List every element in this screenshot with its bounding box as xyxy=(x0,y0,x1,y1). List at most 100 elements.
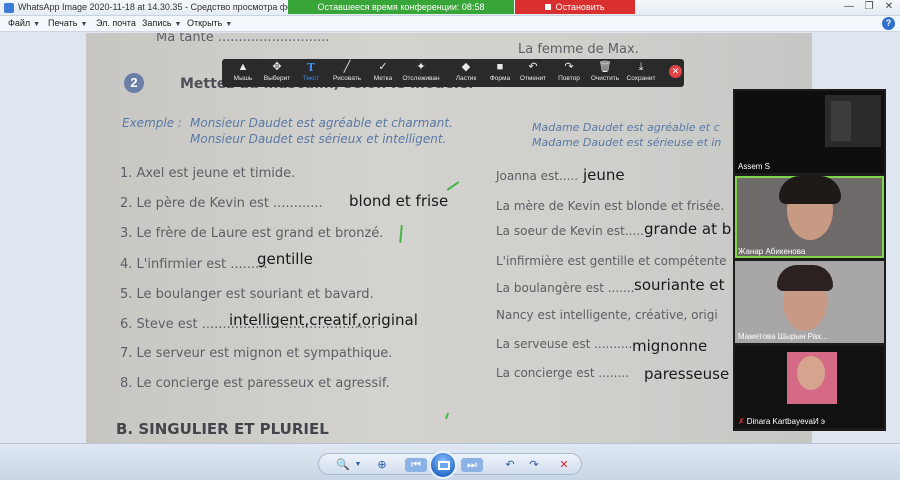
minimize-button[interactable]: — xyxy=(840,1,858,13)
right-item-4: L'infirmière est gentille et compétente xyxy=(496,254,727,268)
document-photo: Ma tante ........................... La … xyxy=(86,33,812,443)
next-button[interactable]: ⏭ xyxy=(461,458,483,472)
chevron-down-icon: ▼ xyxy=(33,21,41,28)
conference-time-remaining: Оставшееся время конференции: 08:58 xyxy=(288,0,514,14)
menu-bar: Файл ▼ Печать ▼ Эл. почта Запись ▼ Открыть ▼… xyxy=(0,16,900,32)
participant-hair xyxy=(777,265,833,291)
photo-viewer-app-icon xyxy=(4,3,14,13)
tool-select-label: Выберит xyxy=(263,75,291,82)
tool-clear[interactable]: 🗑 Очистить xyxy=(586,61,624,85)
participant-tile[interactable]: Assem S xyxy=(735,91,884,173)
menu-open-label: Открыть xyxy=(187,18,223,28)
eraser-icon: ◆ xyxy=(461,61,471,73)
menu-file-label: Файл xyxy=(8,18,31,28)
left-item-5: 5. Le boulanger est souriant et bavard. xyxy=(120,287,374,302)
tool-mouse[interactable]: ▲ Мышь xyxy=(224,61,262,85)
annotation-toolbar: ▲ Мышь ✥ Выберит T Текст ╱ Рисовать ✓ Метка ✦… xyxy=(222,59,684,87)
participant-name: Assem S xyxy=(738,162,771,171)
typed-answer[interactable]: intelligent,creatif,original xyxy=(229,311,418,329)
annotation-stroke xyxy=(446,181,460,191)
undo-icon: ↶ xyxy=(528,61,538,73)
tool-save[interactable]: ⤓ Сохранит xyxy=(622,61,660,85)
redo-icon: ↷ xyxy=(564,61,574,73)
video-feed xyxy=(831,101,851,141)
save-icon: ⤓ xyxy=(638,61,644,73)
chevron-down-icon: ▼ xyxy=(174,21,182,28)
delete-icon[interactable]: ✕ xyxy=(555,458,573,472)
play-slideshow-button[interactable] xyxy=(429,451,457,479)
participant-tile[interactable]: ✗ Dinara KartbayevaИ э xyxy=(735,346,884,428)
tool-eraser-label: Ластик xyxy=(455,75,477,82)
zoom-icon[interactable]: 🔍 xyxy=(333,458,353,472)
example-label: Exemple : xyxy=(122,116,182,130)
slideshow-icon xyxy=(438,461,450,470)
close-window-button[interactable]: ✕ xyxy=(880,1,898,13)
window-title: WhatsApp Image 2020-11-18 at 14.30.35 - … xyxy=(18,2,332,12)
tool-redo[interactable]: ↷ Повтор xyxy=(550,61,588,85)
actual-size-icon[interactable]: ⊕ xyxy=(373,458,391,472)
tool-stamp[interactable]: ✓ Метка xyxy=(364,61,402,85)
left-item-3: 3. Le frère de Laure est grand et bronzé… xyxy=(120,226,384,241)
left-item-7: 7. Le serveur est mignon et sympathique. xyxy=(120,346,393,361)
typed-answer[interactable]: gentille xyxy=(257,250,313,268)
right-item-3: La soeur de Kevin est..... xyxy=(496,224,644,238)
text-icon: T xyxy=(306,61,316,74)
participant-hair xyxy=(779,176,841,204)
close-annotation-icon[interactable]: ✕ xyxy=(669,65,682,78)
rotate-left-icon[interactable]: ↶ xyxy=(501,458,519,472)
pen-icon: ╱ xyxy=(343,61,351,73)
typed-answer[interactable]: mignonne xyxy=(632,337,707,355)
example-left-2: Monsieur Daudet est sérieux et intellige… xyxy=(190,132,447,146)
participant-tile[interactable]: Маметова Шырын Рах... xyxy=(735,261,884,343)
tool-select[interactable]: ✥ Выберит xyxy=(258,61,296,85)
tool-redo-label: Повтор xyxy=(558,75,580,82)
previous-button[interactable]: ⏮ xyxy=(405,458,427,472)
example-right-1: Madame Daudet est agréable et c xyxy=(532,121,720,134)
tool-draw[interactable]: ╱ Рисовать xyxy=(328,61,366,85)
tool-clear-label: Очистить xyxy=(590,75,620,82)
right-item-6: Nancy est intelligente, créative, origi xyxy=(496,308,718,322)
section-b-heading: B. SINGULIER ET PLURIEL xyxy=(116,420,329,438)
exercise-number: 2 xyxy=(124,73,144,93)
right-item-2: La mère de Kevin est blonde et frisée. xyxy=(496,199,725,213)
menu-email[interactable]: Эл. почта xyxy=(96,18,136,28)
menu-open[interactable]: Открыть ▼ xyxy=(187,18,232,28)
trash-icon: 🗑 xyxy=(598,61,612,73)
menu-print-label: Печать xyxy=(48,18,78,28)
tool-undo[interactable]: ↶ Отменит xyxy=(514,61,552,85)
typed-answer[interactable]: grande at b xyxy=(644,220,731,238)
menu-email-label: Эл. почта xyxy=(96,18,136,28)
typed-answer[interactable]: blond et frise xyxy=(349,192,448,210)
zoom-chevron-icon[interactable]: ▼ xyxy=(353,458,363,472)
tool-mouse-label: Мышь xyxy=(233,75,253,82)
tool-spotlight[interactable]: ✦ Отслеживан xyxy=(402,61,440,85)
help-icon[interactable]: ? xyxy=(882,17,895,30)
doc-top-right: La femme de Max. xyxy=(518,42,639,57)
menu-burn[interactable]: Запись ▼ xyxy=(142,18,181,28)
cursor-icon: ▲ xyxy=(237,61,249,73)
tool-eraser[interactable]: ◆ Ластик xyxy=(447,61,485,85)
participant-name: Маметова Шырын Рах... xyxy=(738,332,828,341)
right-item-5: La boulangère est ....... xyxy=(496,281,635,295)
right-item-1: Joanna est..... xyxy=(496,169,579,183)
right-item-7: La serveuse est .......... xyxy=(496,337,633,351)
left-item-8: 8. Le concierge est paresseux et agressi… xyxy=(120,376,390,391)
participant-tile[interactable]: Жанар Абикенова xyxy=(735,176,884,258)
chevron-down-icon: ▼ xyxy=(225,21,233,28)
typed-answer[interactable]: souriante et xyxy=(634,276,725,294)
tool-text[interactable]: T Текст xyxy=(292,61,330,85)
doc-top-left: Ma tante ........................... xyxy=(156,33,330,45)
example-right-2: Madame Daudet est sérieuse et in xyxy=(532,136,722,149)
rotate-right-icon[interactable]: ↷ xyxy=(525,458,543,472)
tool-spotlight-label: Отслеживан xyxy=(402,75,440,82)
checkmark-icon: ✓ xyxy=(378,61,388,73)
stop-screen-share-button[interactable]: Остановить демонстрацию xyxy=(515,0,635,26)
viewer-toolbar: 🔍 ▼ ⊕ ⏮ ⏭ ↶ ↷ ✕ xyxy=(0,443,900,480)
typed-answer[interactable]: jeune xyxy=(583,166,625,184)
menu-print[interactable]: Печать ▼ xyxy=(48,18,87,28)
typed-answer[interactable]: paresseuse xyxy=(644,365,729,383)
wand-icon: ✦ xyxy=(416,61,426,73)
menu-file[interactable]: Файл ▼ xyxy=(8,18,40,28)
participant-name: Жанар Абикенова xyxy=(738,247,806,256)
restore-button[interactable]: ❐ xyxy=(860,1,878,13)
